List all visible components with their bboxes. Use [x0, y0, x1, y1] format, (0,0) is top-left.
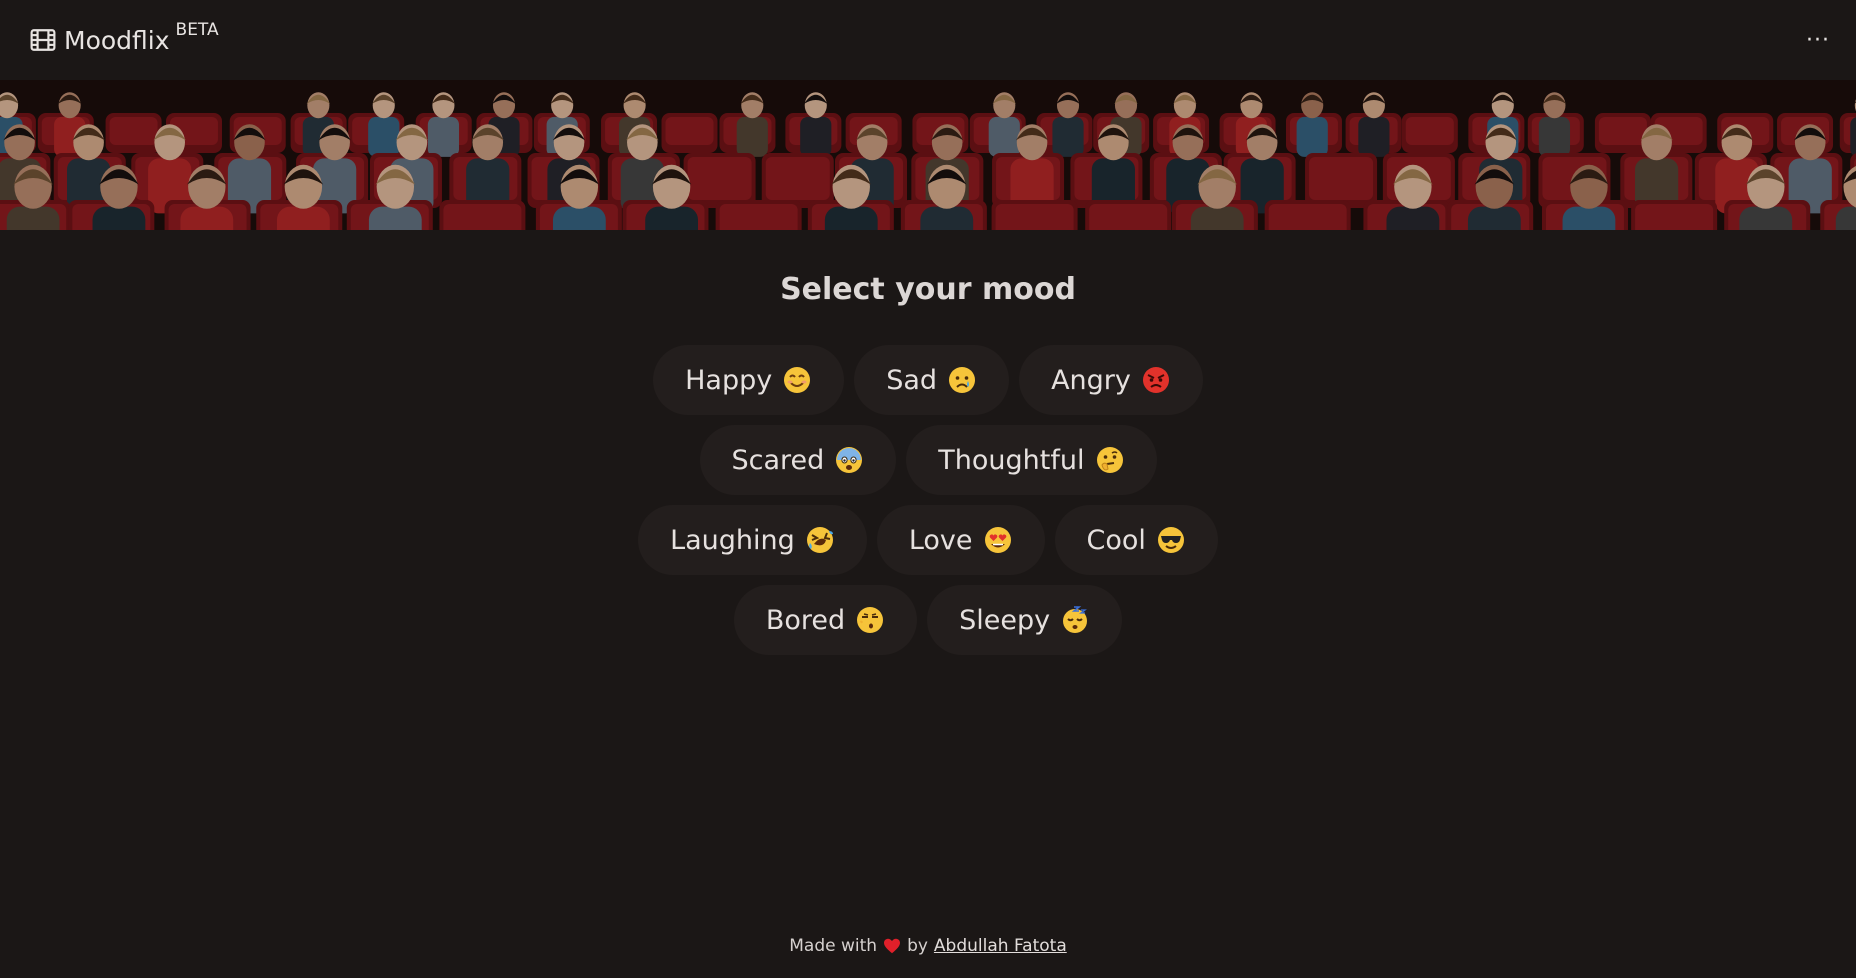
film-icon [30, 29, 56, 51]
sleeping-face-icon [1063, 606, 1088, 633]
mood-label: Happy [685, 364, 773, 396]
fearful-face-icon [836, 447, 863, 473]
sad-face-icon [949, 367, 976, 393]
more-menu-button[interactable]: ··· [1800, 22, 1836, 58]
author-link[interactable]: Abdullah Fatota [934, 936, 1067, 956]
mood-button-angry[interactable]: Angry [1019, 345, 1203, 415]
mood-label: Bored [765, 604, 846, 636]
mood-label: Laughing [670, 524, 795, 556]
footer: Made with by Abdullah Fatota [0, 936, 1856, 956]
mood-label: Cool [1086, 524, 1146, 556]
smiling-face-icon [784, 367, 811, 393]
page-title: Select your mood [780, 272, 1076, 307]
angry-face-icon [1142, 367, 1169, 393]
footer-made-with: Made with [789, 936, 878, 956]
mood-label: Angry [1051, 364, 1131, 396]
heart-eyes-face-icon [984, 527, 1011, 553]
mood-button-sad[interactable]: Sad [854, 345, 1010, 415]
bored-face-icon [857, 607, 884, 633]
mood-button-bored[interactable]: Bored [733, 585, 918, 655]
mood-row: Bored Sleepy [733, 585, 1123, 655]
beta-badge: BETA [175, 20, 219, 40]
mood-row: Laughing Love Cool [638, 505, 1218, 575]
footer-by: by [907, 936, 928, 956]
heart-icon [884, 938, 901, 954]
more-icon: ··· [1806, 27, 1830, 53]
mood-button-scared[interactable]: Scared [699, 425, 897, 495]
mood-row: Scared Thoughtful [699, 425, 1157, 495]
mood-button-happy[interactable]: Happy [653, 345, 845, 415]
mood-button-sleepy[interactable]: Sleepy [927, 585, 1123, 655]
sunglasses-face-icon [1157, 527, 1184, 553]
mood-label: Sad [886, 364, 938, 396]
mood-button-laughing[interactable]: Laughing [638, 505, 867, 575]
cinema-audience-image [0, 80, 1856, 230]
mood-row: Happy Sad Angry [653, 345, 1203, 415]
brand-name: Moodflix [64, 25, 170, 55]
mood-button-thoughtful[interactable]: Thoughtful [906, 425, 1157, 495]
brand[interactable]: Moodflix BETA [30, 20, 219, 55]
app-header: Moodflix BETA ··· [0, 0, 1856, 80]
mood-label: Love [908, 524, 973, 556]
mood-list: Happy Sad Angry Scared Thoughtful Laughing Lov… [0, 345, 1856, 655]
thinking-face-icon [1096, 447, 1123, 473]
mood-label: Sleepy [959, 604, 1051, 636]
hero-banner [0, 80, 1856, 230]
mood-button-cool[interactable]: Cool [1054, 505, 1218, 575]
mood-label: Thoughtful [938, 444, 1085, 476]
mood-label: Scared [731, 444, 825, 476]
mood-button-love[interactable]: Love [876, 505, 1045, 575]
rolling-laughing-face-icon [806, 527, 833, 553]
